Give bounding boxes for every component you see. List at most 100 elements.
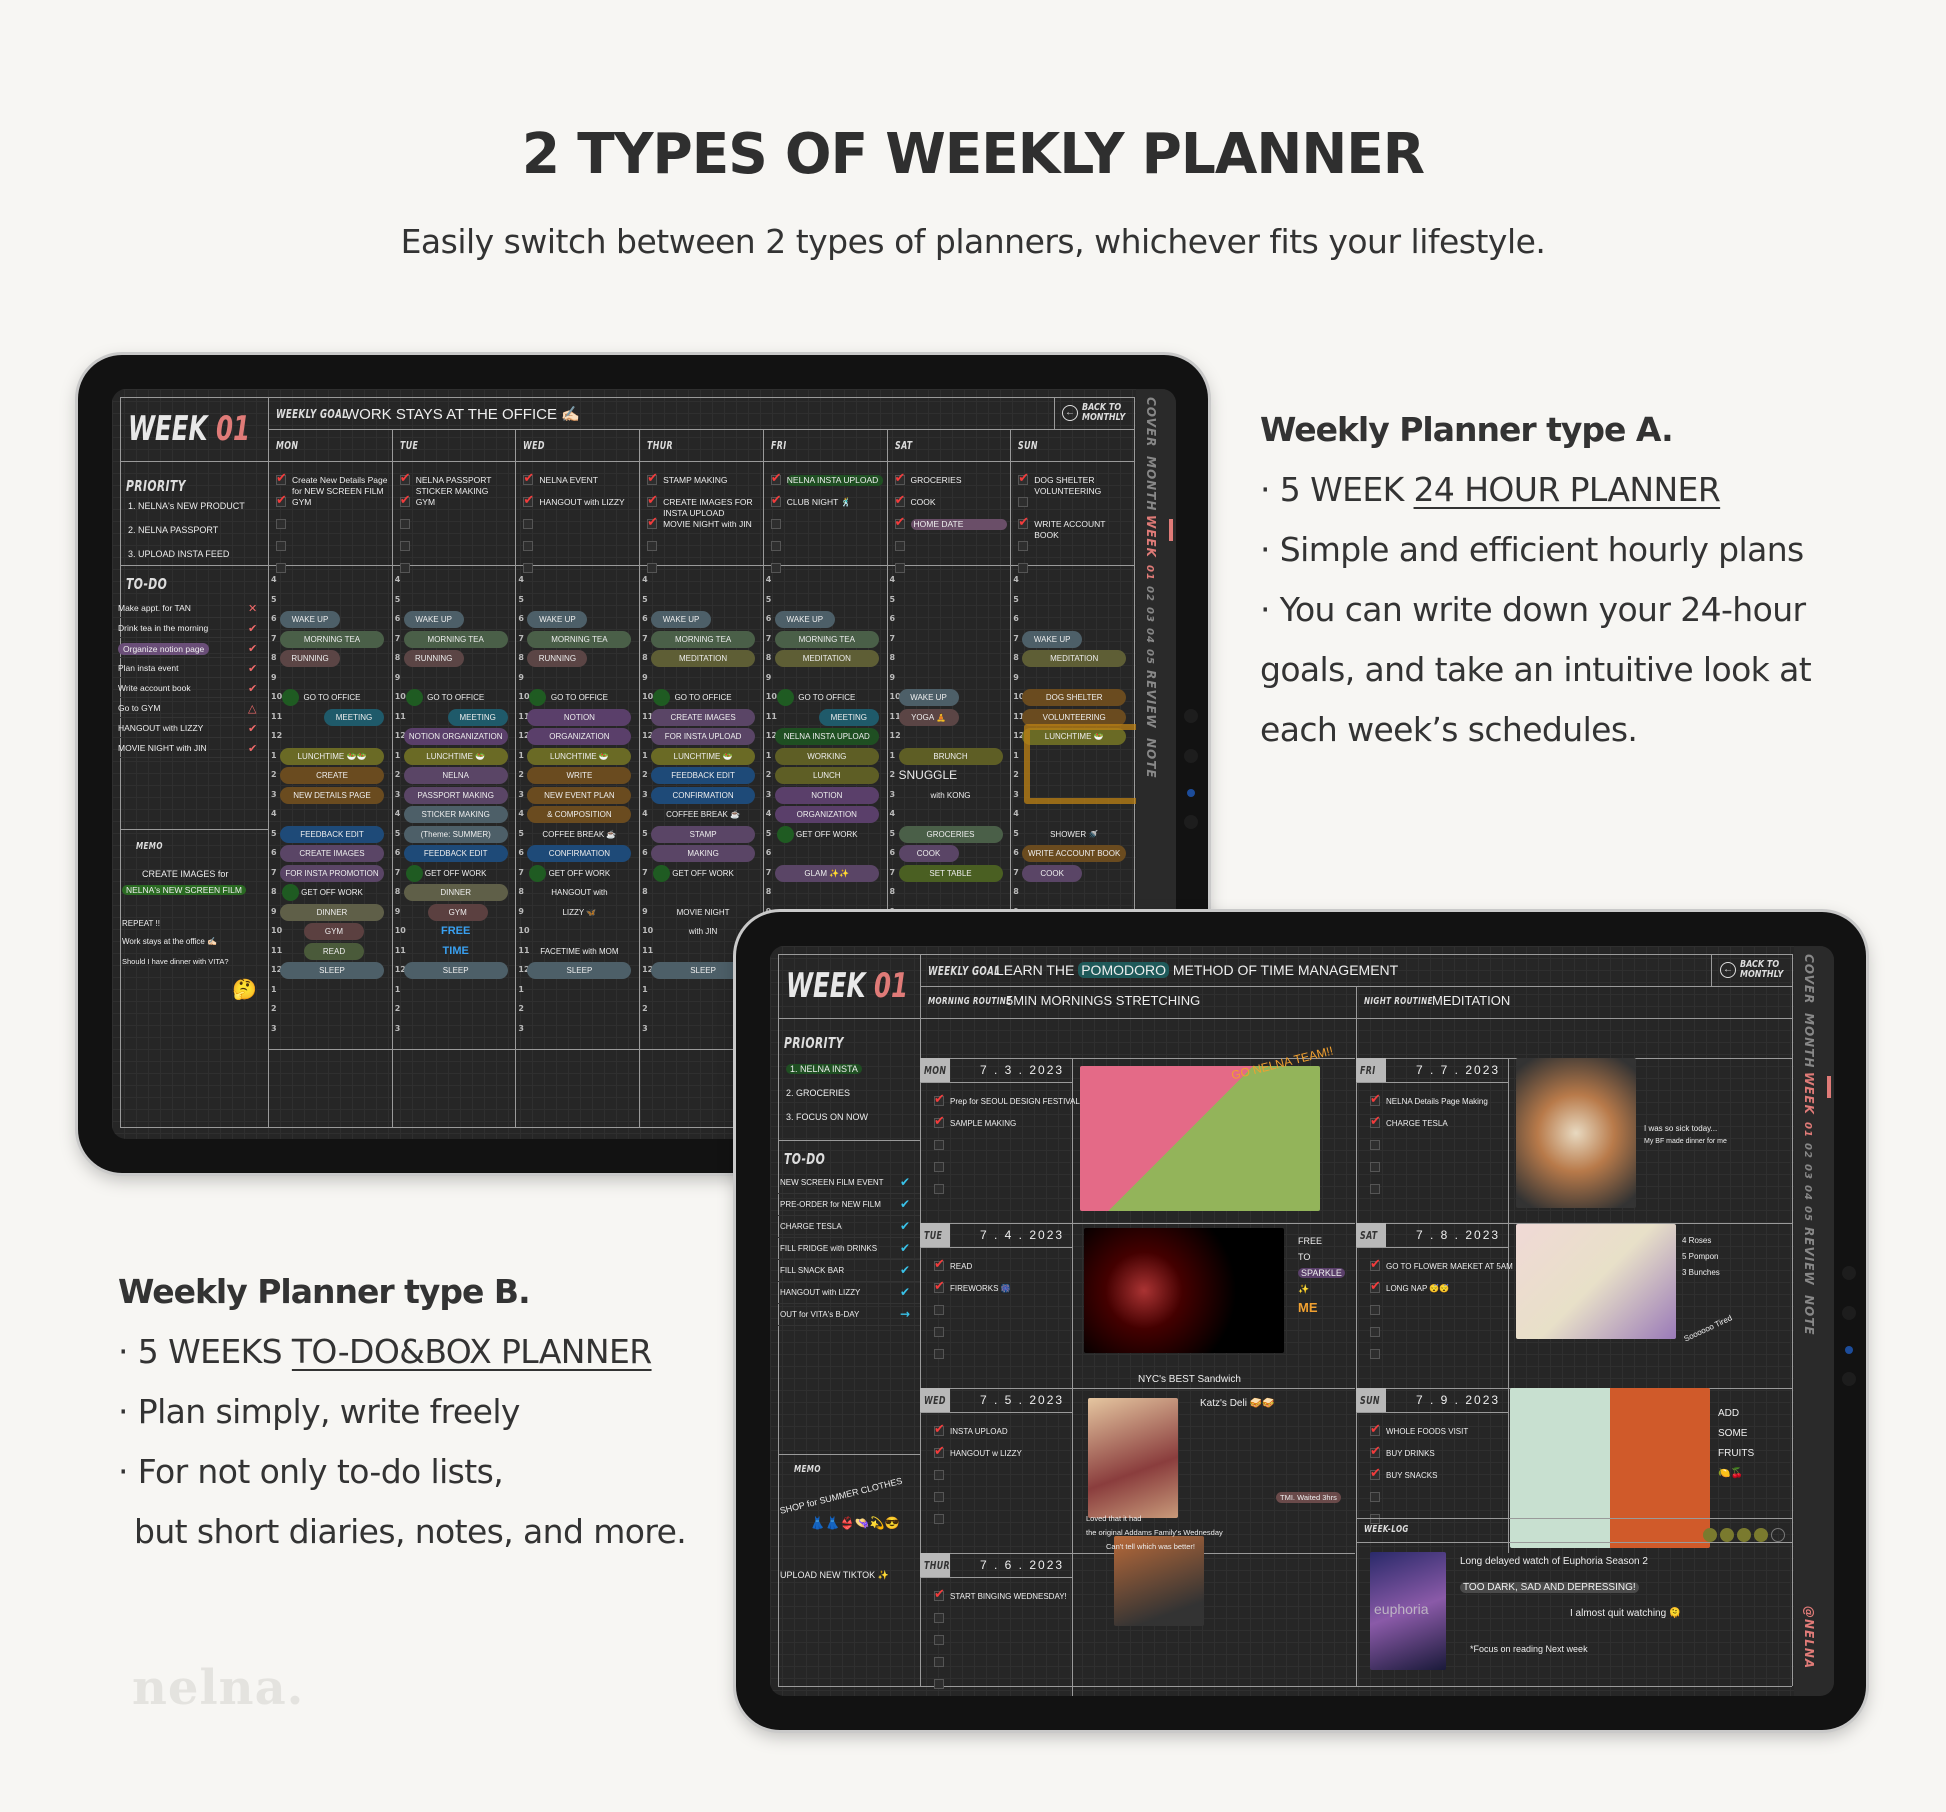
checkbox[interactable] <box>934 1635 944 1645</box>
schedule-event[interactable]: LIZZY 🦋 <box>527 904 631 921</box>
schedule-event[interactable]: CREATE IMAGES <box>651 708 756 726</box>
schedule-event[interactable]: MORNING TEA <box>527 630 632 648</box>
schedule-event[interactable]: MAKING <box>651 845 756 862</box>
sidebar-item-cover[interactable]: COVER <box>1802 954 1816 1004</box>
sidebar-item-03[interactable]: 03 <box>1802 1164 1813 1180</box>
schedule-event[interactable]: LUNCHTIME 🥗 <box>651 747 756 765</box>
schedule-event[interactable]: SNUGGLE <box>899 767 1003 784</box>
checkbox[interactable] <box>1370 1184 1380 1194</box>
schedule-event[interactable]: FACETIME with MOM <box>527 943 631 960</box>
sidebar-item-05[interactable]: 05 <box>1144 649 1155 665</box>
schedule-event[interactable]: GET OFF WORK <box>404 865 508 882</box>
checkbox[interactable] <box>399 470 411 486</box>
schedule-event[interactable]: MEDITATION <box>1022 650 1127 667</box>
checkbox[interactable] <box>399 492 411 508</box>
schedule-event[interactable]: RUNNING <box>527 650 588 667</box>
checkbox[interactable] <box>770 519 781 529</box>
checkbox[interactable] <box>934 1140 944 1150</box>
checkbox[interactable] <box>1370 1256 1381 1272</box>
schedule-event[interactable]: WORKING <box>774 747 879 765</box>
schedule-event[interactable]: WAKE UP <box>898 689 959 706</box>
checkbox[interactable] <box>894 563 905 573</box>
checkbox[interactable] <box>934 1514 944 1524</box>
schedule-event[interactable]: WAKE UP <box>280 611 340 628</box>
checkbox[interactable] <box>523 541 534 551</box>
schedule-event[interactable]: DOG SHELTER <box>1022 689 1127 706</box>
checkbox[interactable] <box>1370 1305 1380 1315</box>
checkbox[interactable] <box>934 1162 944 1172</box>
smiley-icon[interactable] <box>1720 1527 1734 1542</box>
checkbox[interactable] <box>894 514 905 530</box>
checkbox[interactable] <box>934 1256 945 1272</box>
schedule-event[interactable]: VOLUNTEERING <box>1022 708 1127 726</box>
schedule-event[interactable]: COOK <box>898 845 959 862</box>
sidebar-item-month[interactable]: MONTH <box>1144 456 1158 511</box>
checkbox[interactable] <box>523 492 534 508</box>
schedule-event[interactable]: LUNCHTIME 🥗🥗 <box>280 747 384 765</box>
schedule-event[interactable]: HANGOUT with <box>527 884 631 901</box>
schedule-event[interactable]: FOR INSTA UPLOAD <box>651 728 756 745</box>
schedule-event[interactable]: FEEDBACK EDIT <box>651 767 756 784</box>
checkbox[interactable] <box>1018 563 1029 573</box>
schedule-event[interactable]: MORNING TEA <box>651 630 756 648</box>
schedule-event[interactable]: MEDITATION <box>651 650 756 667</box>
sidebar-item-week[interactable]: WEEK <box>1802 1072 1816 1115</box>
schedule-event[interactable]: BRUNCH <box>898 747 1003 765</box>
schedule-event[interactable]: FOR INSTA PROMOTION <box>280 864 384 882</box>
schedule-event[interactable]: MEDITATION <box>774 650 879 667</box>
schedule-event[interactable]: WAKE UP <box>774 611 835 628</box>
checkbox[interactable] <box>647 492 658 508</box>
schedule-event[interactable]: NEW DETAILS PAGE <box>280 786 384 804</box>
schedule-event[interactable]: GROCERIES <box>898 825 1003 843</box>
sidebar-item-review[interactable]: REVIEW <box>1144 670 1158 729</box>
checkbox[interactable] <box>1370 1091 1381 1107</box>
checkbox[interactable] <box>399 541 410 551</box>
sidebar-item-note[interactable]: NOTE <box>1802 1295 1816 1336</box>
checkbox[interactable] <box>770 492 782 508</box>
checkbox[interactable] <box>1370 1492 1380 1502</box>
checkbox[interactable] <box>894 492 905 508</box>
schedule-event[interactable]: GYM <box>427 903 488 921</box>
checkbox[interactable] <box>276 563 286 573</box>
schedule-event[interactable]: CREATE <box>280 767 384 784</box>
schedule-event[interactable]: SLEEP <box>527 962 632 979</box>
checkbox[interactable] <box>276 492 287 508</box>
checkbox[interactable] <box>934 1421 945 1437</box>
schedule-event[interactable]: STICKER MAKING <box>403 806 508 823</box>
sidebar-item-02[interactable]: 02 <box>1802 1143 1813 1159</box>
checkbox[interactable] <box>770 541 781 551</box>
mood-rating[interactable] <box>1700 1524 1785 1543</box>
schedule-event[interactable]: CREATE IMAGES <box>280 845 384 862</box>
schedule-event[interactable]: SLEEP <box>280 962 384 979</box>
schedule-event[interactable]: MOVIE NIGHT <box>651 904 755 921</box>
schedule-event[interactable]: GLAM ✨✨ <box>774 864 879 882</box>
checkbox[interactable] <box>894 541 905 551</box>
schedule-event[interactable]: GO TO OFFICE <box>280 689 384 706</box>
checkbox[interactable] <box>1018 514 1029 530</box>
checkbox[interactable] <box>1018 497 1029 507</box>
schedule-event[interactable]: MORNING TEA <box>403 630 508 648</box>
sidebar-item-week[interactable]: WEEK <box>1144 515 1158 558</box>
smiley-icon[interactable] <box>1703 1527 1717 1542</box>
schedule-event[interactable]: WRITE <box>527 767 632 784</box>
schedule-event[interactable]: FEEDBACK EDIT <box>280 825 384 843</box>
checkbox[interactable] <box>523 519 534 529</box>
schedule-event[interactable]: NOTION <box>774 786 879 804</box>
checkbox[interactable] <box>934 1091 945 1107</box>
schedule-event[interactable]: GYM <box>304 923 364 940</box>
checkbox[interactable] <box>934 1278 945 1294</box>
schedule-event[interactable]: GET OFF WORK <box>527 865 631 882</box>
schedule-event[interactable]: MEETING <box>324 708 384 726</box>
schedule-event[interactable]: LUNCH <box>774 767 879 784</box>
schedule-event[interactable]: CONFIRMATION <box>527 845 632 862</box>
sidebar-item-04[interactable]: 04 <box>1802 1185 1813 1201</box>
schedule-event[interactable]: ORGANIZATION <box>774 806 879 823</box>
schedule-event[interactable]: YOGA 🧘 <box>898 708 959 726</box>
schedule-event[interactable]: LUNCHTIME 🥗 <box>527 747 632 765</box>
schedule-event[interactable]: CONFIRMATION <box>651 786 756 804</box>
schedule-event[interactable]: NEW EVENT PLAN <box>527 786 632 804</box>
checkbox[interactable] <box>934 1327 944 1337</box>
schedule-event[interactable]: GO TO OFFICE <box>651 689 755 706</box>
checkbox[interactable] <box>770 563 781 573</box>
sidebar-item-review[interactable]: REVIEW <box>1802 1227 1816 1286</box>
